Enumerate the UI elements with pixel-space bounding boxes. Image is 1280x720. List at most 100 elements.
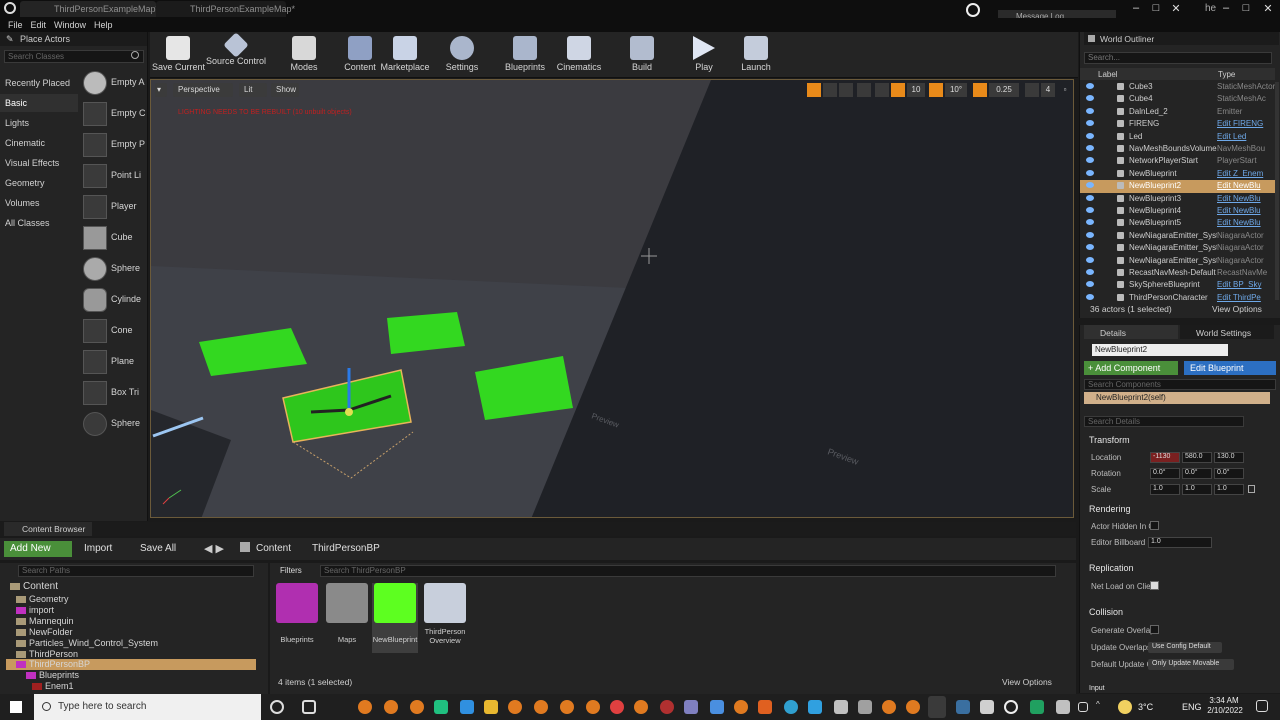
app-minimize-button[interactable]: – — [1216, 2, 1236, 16]
outliner-row[interactable]: NewBlueprint3 Edit NewBlu — [1080, 193, 1275, 205]
asset-blueprints-folder[interactable]: Blueprints — [274, 583, 320, 644]
actor-name-field[interactable]: NewBlueprint2 — [1092, 344, 1228, 356]
eye-icon[interactable] — [1086, 107, 1094, 114]
col-type[interactable]: Type — [1218, 70, 1235, 79]
app-icon[interactable] — [434, 700, 448, 714]
place-item-cube[interactable]: Cube — [80, 224, 146, 252]
add-component-button[interactable]: + Add Component — [1084, 361, 1178, 375]
content-button[interactable]: Content — [342, 32, 378, 78]
rotation-snap-value[interactable]: 10° — [945, 83, 967, 97]
section-replication[interactable]: Replication — [1089, 563, 1134, 573]
cortana-icon[interactable] — [270, 700, 284, 714]
eye-icon[interactable] — [1086, 194, 1094, 201]
app-icon[interactable] — [710, 700, 724, 714]
tab-details[interactable]: Details — [1084, 325, 1178, 339]
app-icon[interactable] — [508, 700, 522, 714]
build-button[interactable]: Build — [624, 32, 660, 78]
viewport-menu-button[interactable]: ▾ — [155, 83, 167, 97]
lock-icon[interactable] — [1248, 485, 1255, 493]
menu-help[interactable]: Help — [94, 20, 113, 30]
camera-speed-value[interactable]: 4 — [1041, 83, 1055, 97]
app-icon[interactable] — [460, 700, 474, 714]
breadcrumb-content[interactable]: Content — [256, 543, 291, 554]
clock-date[interactable]: 2/10/2022 — [1204, 706, 1246, 715]
app-icon[interactable] — [586, 700, 600, 714]
app-icon[interactable] — [858, 700, 872, 714]
tab-map-2[interactable]: ThirdPersonExampleMap* — [156, 1, 295, 17]
app-icon[interactable] — [358, 700, 372, 714]
content-browser-tab[interactable]: Content Browser — [4, 522, 92, 536]
app-icon[interactable] — [560, 700, 574, 714]
eye-icon[interactable] — [1086, 83, 1094, 89]
eye-icon[interactable] — [1086, 120, 1094, 127]
play-button[interactable]: Play — [686, 32, 722, 78]
edge-icon[interactable] — [784, 700, 798, 714]
windows-start-icon[interactable] — [10, 701, 22, 713]
place-item-plane[interactable]: Plane — [80, 348, 146, 376]
network-icon[interactable] — [1078, 702, 1088, 712]
app-icon[interactable] — [980, 700, 994, 714]
tab-world-settings[interactable]: World Settings — [1180, 325, 1274, 339]
outliner-row[interactable]: Led Edit Led — [1080, 131, 1275, 143]
update-overlaps-dropdown[interactable]: Use Config Default — [1148, 642, 1222, 653]
default-update-dropdown[interactable]: Only Update Movable — [1148, 659, 1234, 670]
location-x-field[interactable]: -1130 — [1150, 452, 1180, 463]
rotate-tool-icon[interactable] — [823, 83, 837, 97]
outliner-row[interactable]: FIRENG Edit FIRENG — [1080, 118, 1275, 130]
taskbar-search-input[interactable]: Type here to search — [34, 694, 261, 720]
rotation-z-field[interactable]: 0.0° — [1214, 468, 1244, 479]
place-item-player-start[interactable]: Player — [80, 193, 146, 221]
place-item-cylinder[interactable]: Cylinde — [80, 286, 146, 314]
col-label[interactable]: Label — [1098, 70, 1118, 79]
outliner-row-type[interactable]: Edit NewBlu — [1217, 206, 1275, 215]
outliner-row-type[interactable]: Edit Led — [1217, 132, 1275, 141]
category-volumes[interactable]: Volumes — [0, 194, 78, 212]
outliner-row[interactable]: SkySphereBlueprint Edit BP_Sky — [1080, 279, 1275, 291]
eye-icon[interactable] — [1086, 231, 1094, 238]
outliner-row[interactable]: DalnLed_2 Emitter — [1080, 106, 1275, 118]
outliner-row[interactable]: Cube3 StaticMeshActor — [1080, 81, 1275, 93]
tab-map-1[interactable]: ThirdPersonExampleMap* — [20, 1, 159, 17]
import-button[interactable]: Import — [84, 543, 112, 554]
asset-thirdperson-overview[interactable]: ThirdPerson Overview — [422, 583, 468, 645]
language-label[interactable]: ENG — [1182, 702, 1202, 712]
outliner-row[interactable]: NetworkPlayerStart PlayerStart — [1080, 155, 1275, 167]
place-item-box-trigger[interactable]: Box Tri — [80, 379, 146, 407]
self-component-row[interactable]: NewBlueprint2(self) — [1084, 392, 1270, 404]
outliner-scrollbar[interactable] — [1275, 82, 1279, 300]
eye-icon[interactable] — [1086, 269, 1094, 275]
outliner-row-type[interactable]: Edit NewBlu — [1217, 218, 1275, 227]
location-label[interactable]: Location — [1091, 453, 1121, 462]
scale-x-field[interactable]: 1.0 — [1150, 484, 1180, 495]
eye-icon[interactable] — [1086, 145, 1094, 151]
unreal-taskbar-icon[interactable] — [1004, 700, 1018, 714]
app-icon[interactable] — [808, 700, 822, 714]
app-icon[interactable] — [734, 700, 748, 714]
place-item-empty-character[interactable]: Empty C — [80, 100, 146, 128]
location-z-field[interactable]: 130.0 — [1214, 452, 1244, 463]
assets-view-options-button[interactable]: View Options — [1002, 677, 1052, 687]
rotation-label[interactable]: Rotation — [1091, 469, 1121, 478]
tree-import[interactable]: import — [16, 605, 54, 615]
section-transform[interactable]: Transform — [1089, 435, 1130, 445]
save-current-button[interactable]: Save Current — [152, 32, 205, 78]
tree-thirdpersonbp[interactable]: ThirdPersonBP — [6, 659, 256, 670]
rotation-x-field[interactable]: 0.0° — [1150, 468, 1180, 479]
eye-icon[interactable] — [1086, 95, 1094, 102]
tree-geometry[interactable]: Geometry — [16, 594, 69, 604]
app-icon[interactable] — [684, 700, 698, 714]
menu-file[interactable]: File — [8, 20, 23, 30]
eye-icon[interactable] — [1086, 256, 1094, 263]
tree-enem1[interactable]: Enem1 — [32, 681, 74, 691]
outliner-row-type[interactable]: Edit NewBlu — [1217, 181, 1275, 190]
rotation-snap-icon[interactable] — [929, 83, 943, 97]
actor-hidden-checkbox[interactable] — [1150, 521, 1159, 530]
asset-newblueprint[interactable]: NewBlueprint — [372, 583, 418, 653]
category-cinematic[interactable]: Cinematic — [0, 134, 78, 152]
tree-mannequin[interactable]: Mannequin — [16, 616, 74, 626]
scale-y-field[interactable]: 1.0 — [1182, 484, 1212, 495]
eye-icon[interactable] — [1086, 169, 1094, 176]
outliner-row[interactable]: NewNiagaraEmitter_SystemNiagaraActor — [1080, 255, 1275, 267]
scale-label[interactable]: Scale — [1091, 485, 1111, 494]
search-paths-input[interactable]: Search Paths — [18, 565, 254, 577]
